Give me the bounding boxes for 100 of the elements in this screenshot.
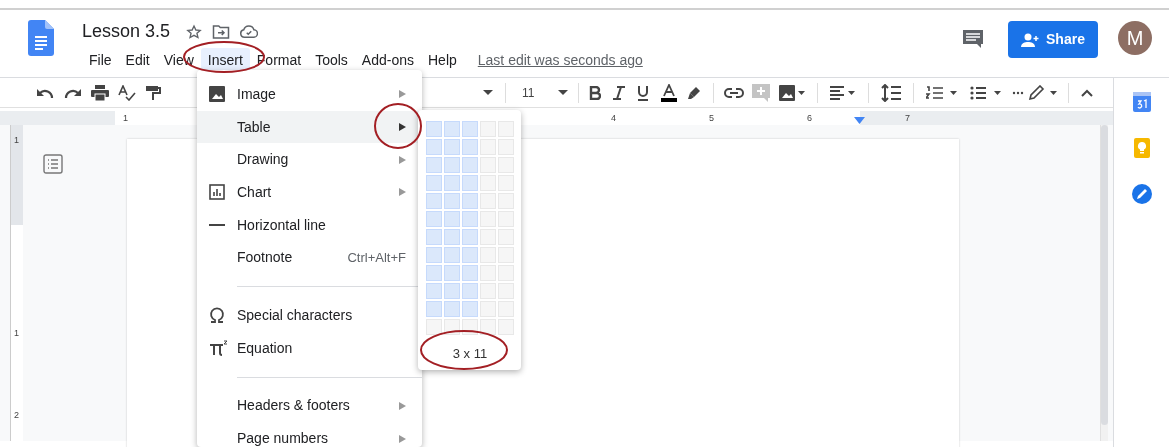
link-icon[interactable] — [724, 87, 744, 98]
highlighter-icon[interactable] — [687, 85, 701, 100]
ruler-number: 2 — [14, 410, 19, 420]
last-edit-link[interactable]: Last edit was seconds ago — [477, 50, 643, 71]
menu-item[interactable]: Headers & footers — [197, 389, 422, 423]
grid-cell[interactable] — [462, 283, 478, 299]
grid-cell[interactable] — [426, 283, 442, 299]
grid-cell[interactable] — [426, 157, 442, 173]
ruler-number: 4 — [611, 112, 616, 125]
grid-cell[interactable] — [444, 229, 460, 245]
bold-icon[interactable] — [589, 85, 601, 100]
underline-icon[interactable] — [637, 84, 649, 101]
tasks-icon[interactable] — [1131, 184, 1152, 204]
numbered-list-icon[interactable] — [926, 84, 958, 101]
menu-item[interactable]: Page numbers — [197, 422, 422, 447]
document-outline-icon[interactable] — [43, 154, 63, 174]
menu-item[interactable]: Tools — [308, 48, 355, 73]
grid-cell[interactable] — [444, 175, 460, 191]
grid-cell[interactable] — [426, 319, 442, 335]
move-to-folder-icon[interactable] — [212, 23, 231, 40]
grid-cell[interactable] — [444, 265, 460, 281]
menu-item[interactable]: Horizontal line — [197, 208, 422, 242]
grid-cell[interactable] — [426, 301, 442, 317]
menu-item[interactable]: Edit — [118, 48, 157, 73]
align-icon[interactable] — [830, 85, 856, 100]
grid-cell[interactable] — [444, 283, 460, 299]
calendar-icon[interactable] — [1132, 92, 1151, 112]
image-icon — [209, 86, 225, 103]
grid-cell[interactable] — [444, 157, 460, 173]
document-title[interactable]: Lesson 3.5 — [82, 18, 171, 45]
grid-cell[interactable] — [444, 301, 460, 317]
grid-cell[interactable] — [444, 121, 460, 137]
pencil-icon[interactable] — [1028, 84, 1058, 101]
share-button[interactable]: Share — [1008, 21, 1098, 58]
lightbulb-icon[interactable] — [1133, 138, 1150, 158]
ruler-number: 5 — [709, 112, 714, 125]
grid-cell[interactable] — [444, 193, 460, 209]
menu-item[interactable]: Equation — [197, 331, 422, 365]
shortcut-label: Ctrl+Alt+F — [347, 249, 406, 268]
menu-item[interactable]: Drawing — [197, 143, 422, 177]
grid-cell[interactable] — [426, 265, 442, 281]
menu-item[interactable]: Help — [421, 48, 464, 73]
pi-icon — [209, 340, 229, 357]
line-spacing-icon[interactable] — [881, 83, 901, 102]
grid-cell[interactable] — [444, 211, 460, 227]
omega-icon — [209, 307, 225, 324]
ruler-number: 1 — [123, 112, 128, 125]
table-size-label: 3 x 11 — [451, 345, 489, 363]
caret-icon[interactable] — [483, 90, 493, 95]
cloud-icon[interactable] — [240, 24, 259, 39]
print-icon[interactable] — [91, 84, 109, 101]
text-color-icon[interactable] — [661, 83, 677, 102]
grid-cell[interactable] — [462, 139, 478, 155]
annotation-circle — [373, 102, 423, 150]
font-size-dropdown[interactable]: 11 — [512, 83, 568, 102]
undo-icon[interactable] — [36, 86, 54, 99]
grid-cell[interactable] — [462, 157, 478, 173]
grid-cell[interactable] — [426, 247, 442, 263]
menu-item[interactable]: Special characters — [197, 299, 422, 332]
person-icon — [1021, 32, 1040, 47]
grid-cell[interactable] — [462, 229, 478, 245]
grid-cell[interactable] — [498, 319, 514, 335]
italic-icon[interactable] — [613, 85, 625, 100]
menu-item[interactable]: File — [82, 48, 119, 73]
grid-cell[interactable] — [462, 301, 478, 317]
grid-cell[interactable] — [444, 247, 460, 263]
grid-cell[interactable] — [444, 139, 460, 155]
menu-item[interactable]: Footnote Ctrl+Alt+F — [197, 241, 422, 275]
caret-icon — [558, 90, 568, 95]
grid-cell[interactable] — [462, 193, 478, 209]
ruler-number: 7 — [905, 112, 910, 125]
grid-cell[interactable] — [462, 211, 478, 227]
grid-cell[interactable] — [462, 247, 478, 263]
ruler-number: 1 — [14, 328, 19, 338]
chart-icon — [209, 184, 225, 201]
scrollbar[interactable] — [1100, 125, 1108, 441]
bulleted-list-icon[interactable] — [970, 84, 1002, 101]
docs-logo-icon[interactable] — [28, 20, 54, 56]
star-icon[interactable] — [186, 23, 203, 40]
collapse-icon[interactable] — [1081, 88, 1093, 97]
grid-cell[interactable] — [462, 175, 478, 191]
comment-icon[interactable] — [962, 29, 984, 49]
add-comment-icon[interactable] — [752, 83, 770, 102]
menu-item[interactable]: Image — [197, 78, 422, 111]
grid-cell[interactable] — [462, 121, 478, 137]
menu-item[interactable]: Add-ons — [354, 48, 421, 73]
grid-cell[interactable] — [426, 139, 442, 155]
insert-image-icon[interactable] — [779, 84, 805, 101]
spellcheck-icon[interactable] — [118, 84, 136, 101]
grid-cell[interactable] — [426, 121, 442, 137]
grid-cell[interactable] — [462, 265, 478, 281]
paint-format-icon[interactable] — [145, 84, 161, 101]
grid-cell[interactable] — [480, 319, 496, 335]
grid-cell[interactable] — [426, 229, 442, 245]
grid-cell[interactable] — [426, 175, 442, 191]
account-avatar[interactable]: M — [1118, 21, 1152, 55]
grid-cell[interactable] — [426, 193, 442, 209]
menu-item[interactable]: Chart — [197, 176, 422, 209]
more-icon[interactable] — [1012, 90, 1024, 95]
grid-cell[interactable] — [426, 211, 442, 227]
